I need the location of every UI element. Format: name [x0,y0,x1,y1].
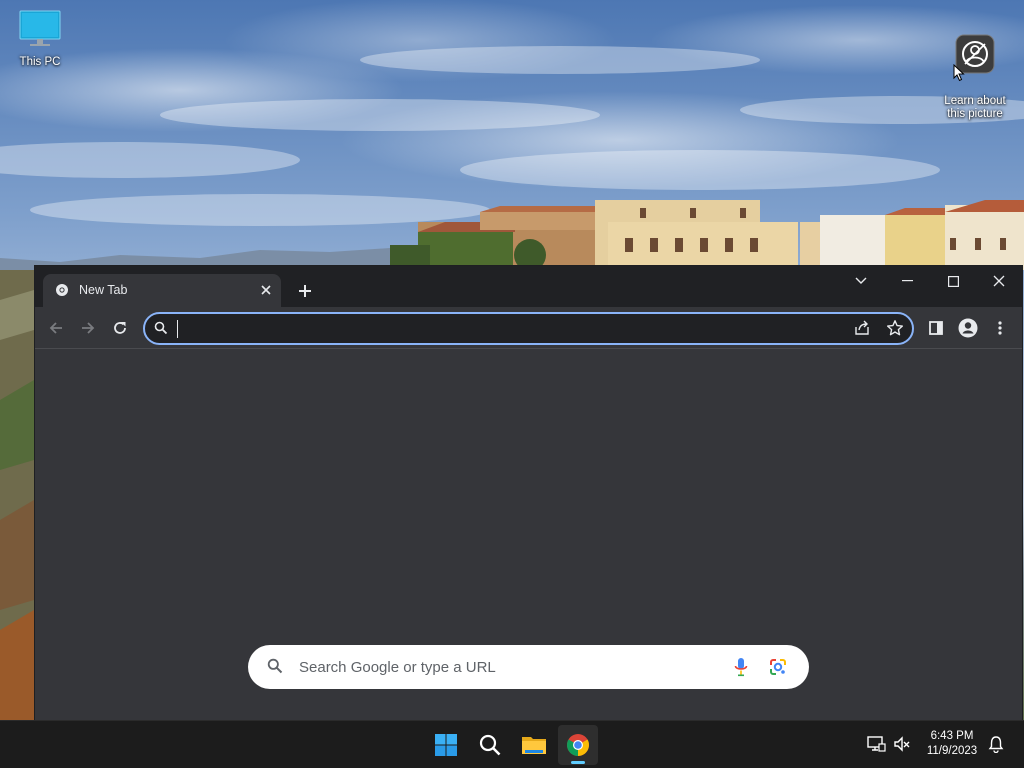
search-icon [479,734,501,756]
tab-title: New Tab [79,283,128,297]
search-icon [267,658,283,679]
file-explorer-icon [522,737,546,754]
minimize-button[interactable] [884,266,930,296]
google-search-box[interactable]: Search Google or type a URL [248,645,809,689]
close-tab-icon[interactable] [257,281,275,299]
taskbar: 6:43 PM 11/9/2023 [0,720,1024,768]
back-button[interactable] [43,315,69,341]
address-bar[interactable] [143,312,914,345]
title-bar: New Tab [35,266,1022,307]
clock-time: 6:43 PM [930,730,974,742]
arrow-left-icon [49,322,62,334]
tab-search-button[interactable] [838,266,884,296]
microphone-icon[interactable] [733,657,749,682]
chrome-window: New Tab Search Google or type a URL [34,265,1023,720]
mouse-cursor-icon [953,63,965,87]
search-placeholder: Search Google or type a URL [299,659,496,676]
tab-new-tab[interactable]: New Tab [43,274,281,307]
maximize-button[interactable] [930,266,976,296]
address-input[interactable] [175,319,835,339]
side-panel-icon [929,321,943,335]
chrome-taskbar-button[interactable] [558,725,598,765]
reload-icon [114,322,126,334]
notification-bell-icon[interactable] [987,735,1005,758]
desktop-icon-label: Learn about this picture [944,95,1006,120]
chevron-down-icon [855,277,867,284]
taskbar-search-button[interactable] [470,725,510,765]
search-icon [154,321,168,340]
minimize-icon [901,280,913,282]
text-caret [177,320,178,338]
profile-button[interactable] [955,315,981,341]
desktop-icon-this-pc[interactable]: This PC [0,8,80,69]
browser-toolbar [35,307,1022,349]
close-window-button[interactable] [976,266,1022,296]
volume-muted-icon[interactable] [893,735,911,758]
plus-icon [299,285,311,297]
arrow-right-icon [82,322,95,334]
monitor-icon [0,8,80,52]
google-lens-icon[interactable] [768,657,788,682]
maximize-icon [947,275,959,287]
desktop-icon-label: This PC [19,56,61,68]
taskbar-clock[interactable]: 6:43 PM 11/9/2023 [916,729,988,759]
start-button[interactable] [426,725,466,765]
kebab-menu-icon [998,321,1002,335]
clock-date: 11/9/2023 [926,745,978,757]
desktop-icon-learn-about-picture[interactable]: Learn about this picture [935,8,1015,121]
new-tab-page: Search Google or type a URL [35,350,1022,720]
camera-info-icon [935,21,1015,78]
forward-button[interactable] [75,315,101,341]
chrome-icon [567,734,589,756]
reload-button[interactable] [107,315,133,341]
windows-start-icon [435,734,457,756]
chrome-menu-button[interactable] [987,315,1013,341]
side-panel-button[interactable] [923,315,949,341]
new-tab-button[interactable] [293,279,317,303]
close-icon [993,275,1005,287]
profile-icon [958,318,978,338]
file-explorer-button[interactable] [514,725,554,765]
network-icon[interactable] [866,735,886,758]
share-icon[interactable] [853,319,871,342]
bookmark-star-icon[interactable] [886,319,904,342]
chrome-favicon-icon [55,283,69,302]
running-indicator [571,761,585,764]
